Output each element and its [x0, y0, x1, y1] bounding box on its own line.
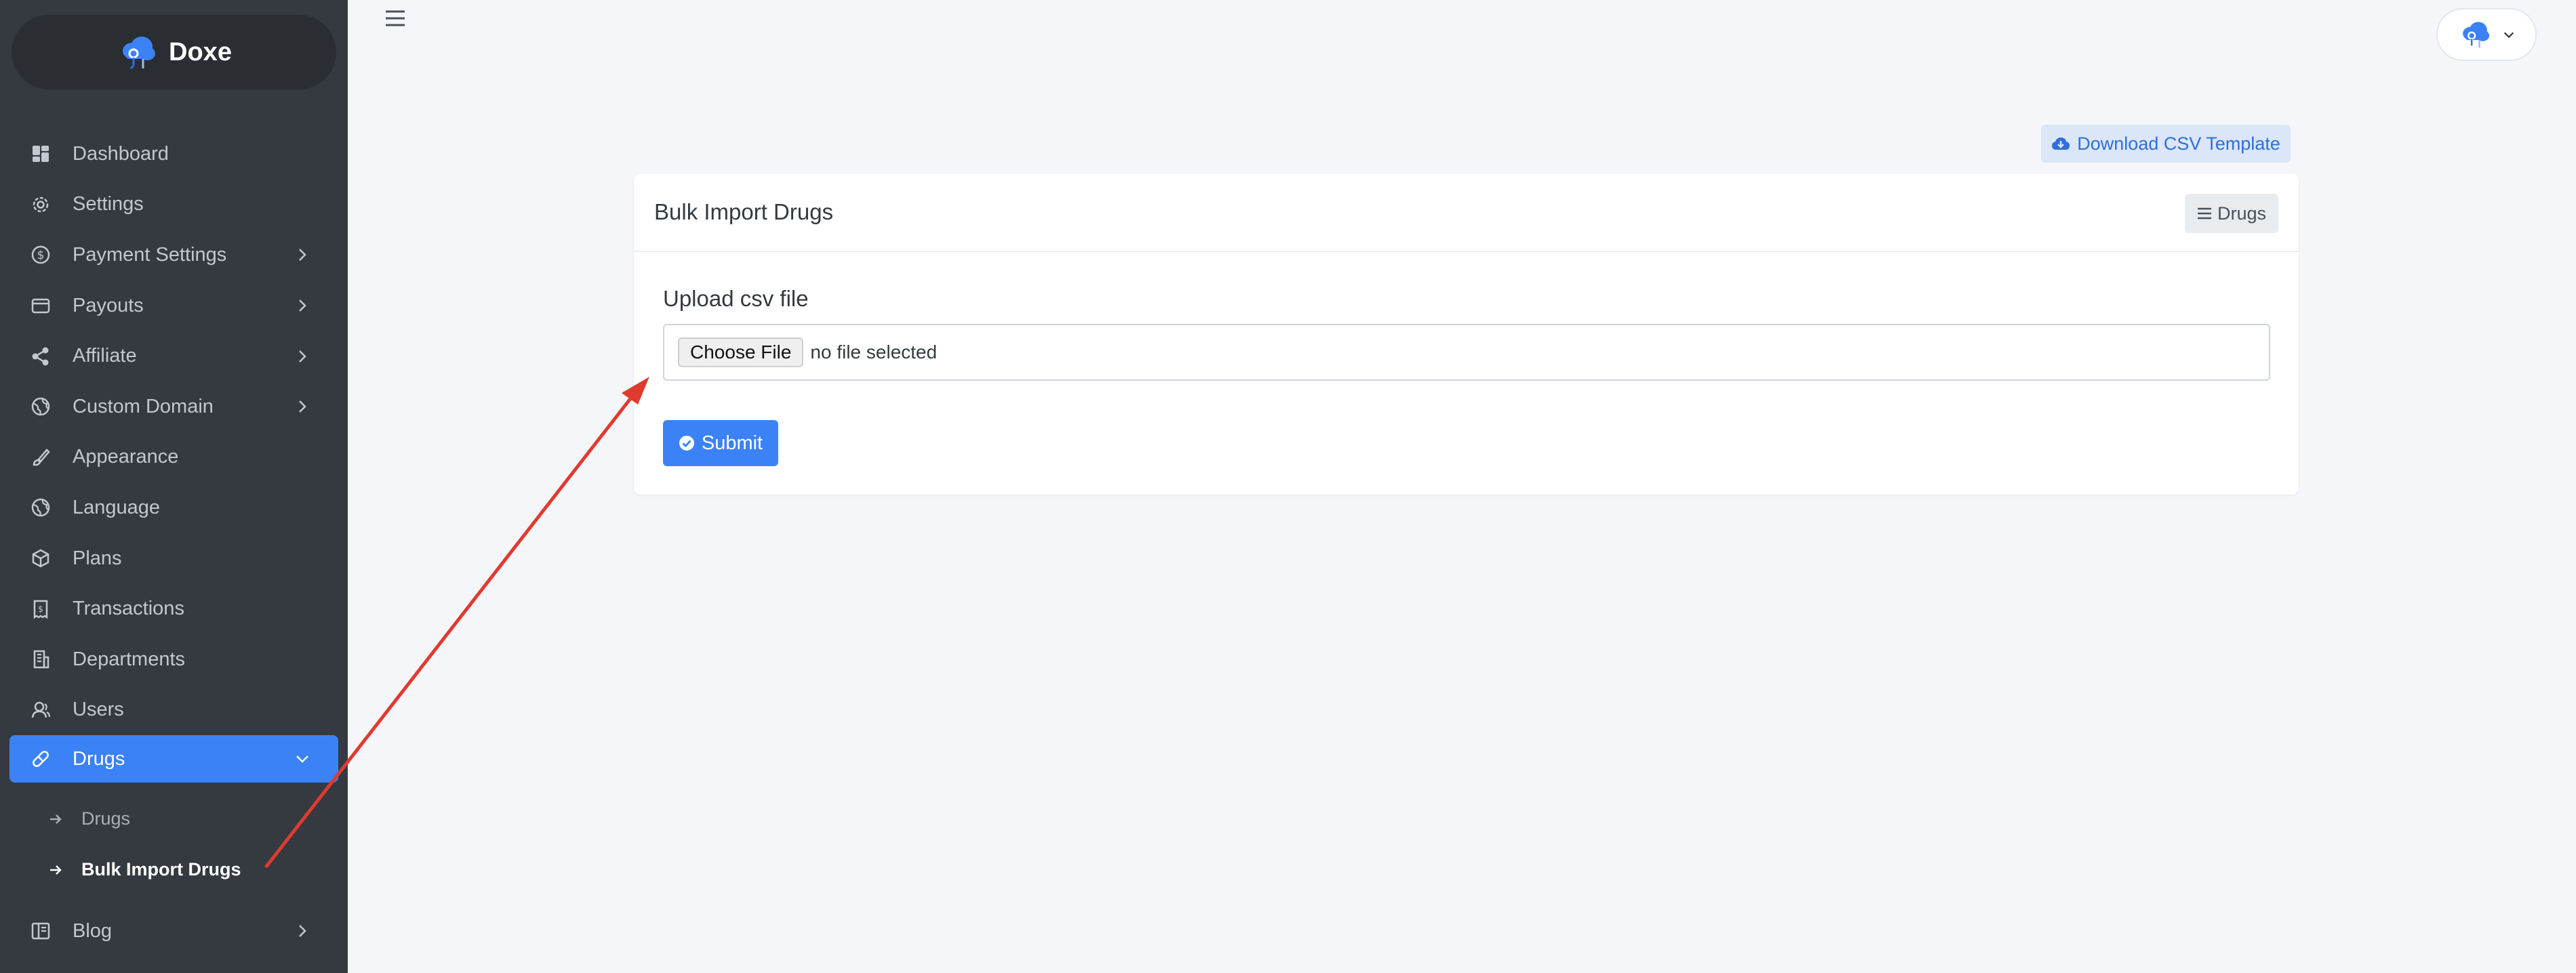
sidebar-item-label: Affiliate [73, 345, 137, 367]
sidebar-subitem-drugs[interactable]: Drugs [0, 793, 348, 844]
chevron-right-icon [299, 249, 306, 262]
gear-icon [30, 194, 52, 215]
sidebar-item-dashboard[interactable]: Dashboard [0, 129, 348, 180]
book-icon [30, 920, 52, 942]
sidebar-item-label: Payouts [73, 294, 144, 316]
download-csv-template-button[interactable]: Download CSV Template [2041, 125, 2291, 163]
sidebar-item-plans[interactable]: Plans [0, 533, 348, 584]
sidebar-item-payment-settings[interactable]: $ Payment Settings [0, 230, 348, 281]
brand-name: Doxe [169, 37, 232, 66]
share-icon [30, 346, 52, 367]
sidebar-nav: Dashboard Settings $ Payment Settings Pa… [0, 129, 348, 957]
sidebar-item-label: Users [73, 699, 124, 721]
sidebar-item-language[interactable]: Language [0, 482, 348, 533]
sidebar-item-label: Payment Settings [73, 243, 227, 266]
svg-text:$: $ [38, 604, 43, 614]
bulk-import-card: Bulk Import Drugs Drugs Upload csv file … [634, 173, 2299, 495]
sidebar-subitem-bulk-import-drugs[interactable]: Bulk Import Drugs [0, 844, 348, 895]
sidebar-item-blog[interactable]: Blog [0, 906, 348, 957]
user-menu[interactable] [2436, 8, 2537, 61]
avatar [2463, 22, 2490, 48]
sidebar-item-label: Settings [73, 193, 144, 215]
page-title: Bulk Import Drugs [654, 199, 834, 224]
menu-toggle-icon[interactable] [384, 8, 407, 28]
sidebar-item-label: Dashboard [73, 142, 169, 165]
receipt-icon: $ [30, 598, 52, 620]
submit-button-label: Submit [701, 432, 763, 454]
users-icon [30, 699, 52, 721]
sidebar: Doxe Dashboard Settings $ Payment Settin… [0, 0, 348, 973]
brand-logo-link[interactable]: Doxe [12, 15, 336, 89]
sidebar-item-settings[interactable]: Settings [0, 180, 348, 230]
arrow-right-icon [50, 814, 62, 824]
submit-button[interactable]: Submit [663, 420, 778, 466]
sidebar-item-label: Plans [73, 547, 122, 569]
list-icon [2197, 207, 2211, 220]
globe-icon [30, 497, 52, 518]
check-circle-icon [679, 436, 694, 451]
chevron-down-icon [296, 755, 308, 763]
sidebar-subitem-label: Bulk Import Drugs [81, 859, 241, 880]
cloud-download-icon [2052, 138, 2070, 150]
sidebar-item-users[interactable]: Users [0, 685, 348, 736]
dashboard-icon [30, 143, 52, 165]
pill-icon [30, 748, 52, 770]
sidebar-item-label: Custom Domain [73, 395, 214, 417]
brush-icon [30, 447, 52, 468]
sidebar-item-label: Appearance [73, 446, 179, 468]
sidebar-item-label: Departments [73, 648, 186, 670]
choose-file-button[interactable]: Choose File [678, 337, 804, 367]
globe-icon [30, 396, 52, 417]
sidebar-item-departments[interactable]: Departments [0, 634, 348, 685]
sidebar-item-transactions[interactable]: $ Transactions [0, 583, 348, 634]
svg-text:$: $ [37, 249, 45, 262]
chevron-right-icon [299, 299, 306, 312]
dollar-circle-icon: $ [30, 244, 52, 266]
drugs-list-button-label: Drugs [2217, 203, 2267, 224]
doxe-logo-icon [123, 37, 156, 70]
sidebar-subitem-label: Drugs [81, 808, 131, 829]
box-icon [30, 547, 52, 569]
sidebar-item-payouts[interactable]: Payouts [0, 281, 348, 331]
sidebar-item-affiliate[interactable]: Affiliate [0, 331, 348, 381]
card-header: Bulk Import Drugs Drugs [634, 173, 2299, 252]
wallet-icon [30, 295, 52, 316]
chevron-down-icon [2503, 32, 2514, 39]
sidebar-item-label: Language [73, 496, 161, 518]
csv-file-input[interactable]: Choose File no file selected [663, 324, 2270, 381]
chevron-right-icon [299, 400, 306, 413]
upload-csv-label: Upload csv file [663, 286, 809, 311]
sidebar-item-drugs[interactable]: Drugs [9, 735, 338, 783]
chevron-right-icon [299, 350, 306, 363]
sidebar-item-custom-domain[interactable]: Custom Domain [0, 381, 348, 432]
sidebar-item-label: Blog [73, 919, 113, 942]
download-csv-template-label: Download CSV Template [2077, 133, 2280, 154]
building-icon [30, 648, 52, 670]
arrow-right-icon [50, 865, 62, 875]
sidebar-item-appearance[interactable]: Appearance [0, 432, 348, 483]
chevron-right-icon [299, 925, 306, 938]
drugs-list-button[interactable]: Drugs [2185, 194, 2278, 233]
sidebar-item-label: Drugs [73, 747, 125, 770]
file-status-text: no file selected [810, 341, 938, 363]
sidebar-item-label: Transactions [73, 598, 184, 620]
